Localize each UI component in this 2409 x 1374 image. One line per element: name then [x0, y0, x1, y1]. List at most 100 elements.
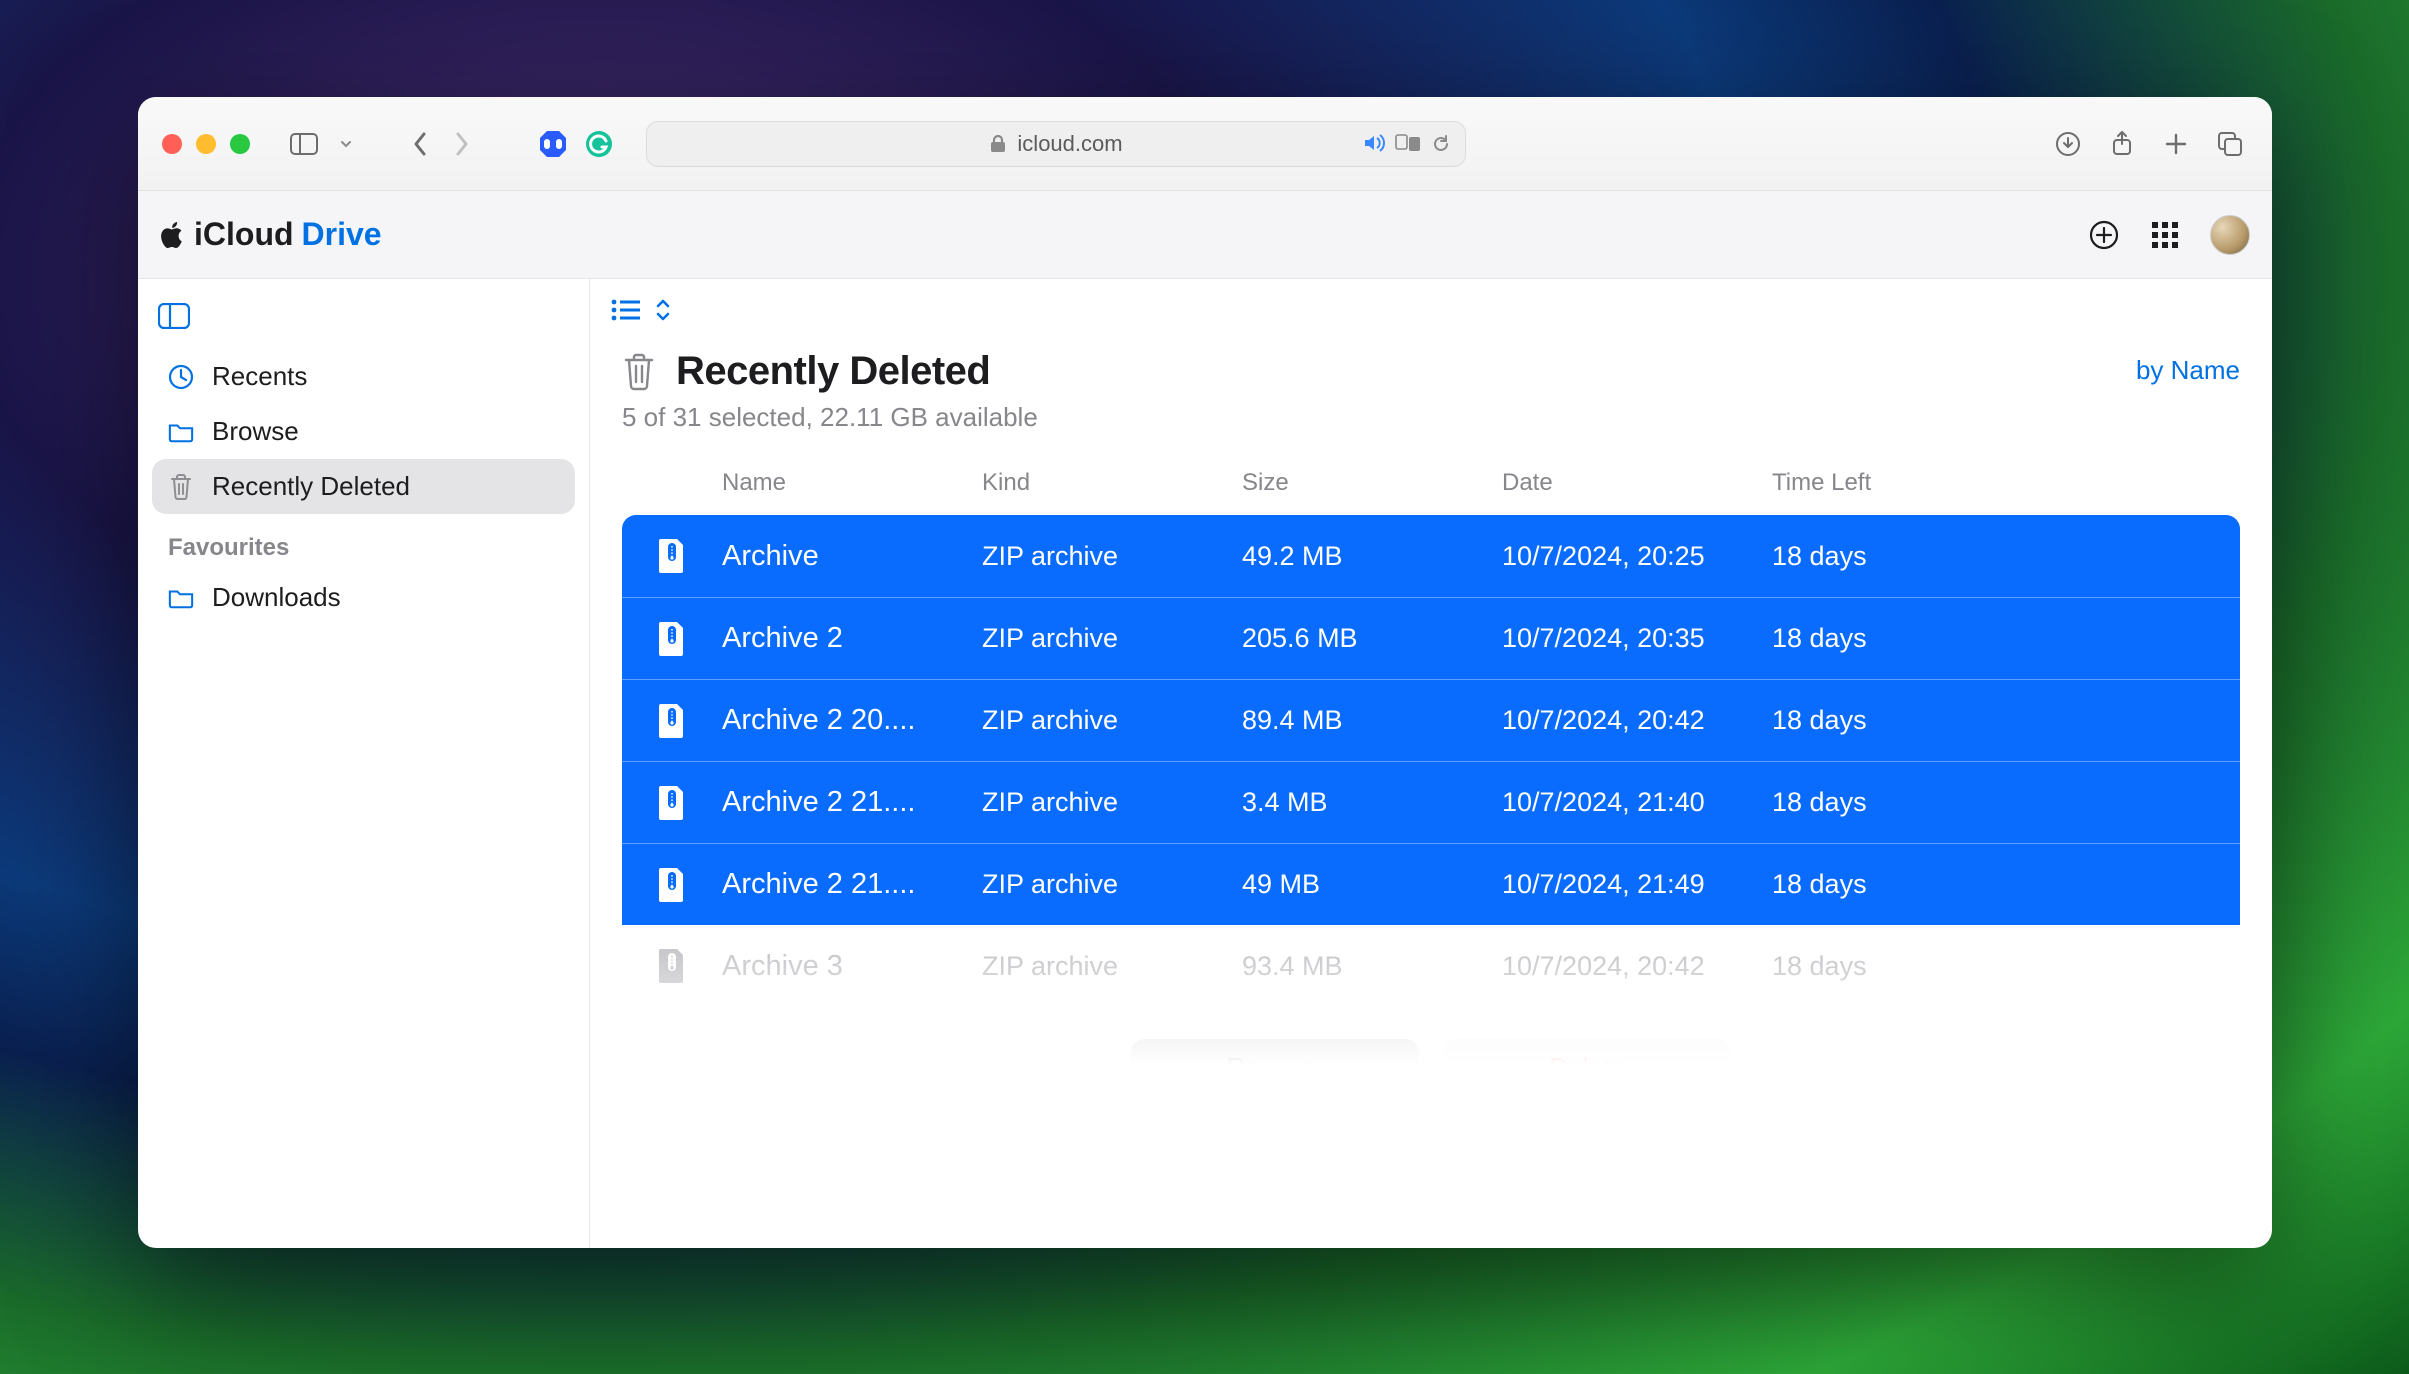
browser-window: icloud.com	[138, 97, 2272, 1248]
file-kind: ZIP archive	[982, 623, 1242, 654]
extension-adblock-icon[interactable]	[538, 129, 568, 159]
brand-prefix: iCloud	[194, 216, 294, 253]
brand-suffix: Drive	[302, 216, 382, 253]
table-row[interactable]: Archive 2 21....ZIP archive3.4 MB10/7/20…	[622, 761, 2240, 843]
folder-icon	[168, 587, 194, 609]
zip-file-icon	[622, 620, 722, 658]
sidebar: Recents Browse Recently Deleted Favourit…	[138, 279, 590, 1248]
back-button[interactable]	[402, 126, 438, 162]
clock-icon	[168, 364, 194, 390]
upload-button[interactable]	[2088, 219, 2120, 251]
zip-file-icon	[622, 702, 722, 740]
extension-grammarly-icon[interactable]	[584, 129, 614, 159]
new-tab-button[interactable]	[2158, 126, 2194, 162]
file-date: 10/7/2024, 20:35	[1502, 623, 1772, 654]
file-size: 93.4 MB	[1242, 951, 1502, 982]
file-name: Archive 3	[722, 950, 982, 983]
app-launcher-icon[interactable]	[2150, 220, 2180, 250]
translate-icon[interactable]	[1395, 134, 1421, 154]
zip-file-icon	[622, 537, 722, 575]
sidebar-item-browse[interactable]: Browse	[152, 404, 575, 459]
recover-button[interactable]: Recover	[1131, 1039, 1419, 1095]
table-header: Name Kind Size Date Time Left	[622, 451, 2240, 515]
sidebar-item-downloads[interactable]: Downloads	[152, 570, 575, 625]
table-row[interactable]: Archive 3ZIP archive93.4 MB10/7/2024, 20…	[622, 925, 2240, 1007]
column-time-left[interactable]: Time Left	[1772, 469, 2220, 497]
audio-indicator-icon[interactable]	[1363, 134, 1385, 154]
app-body: Recents Browse Recently Deleted Favourit…	[138, 279, 2272, 1248]
file-size: 205.6 MB	[1242, 623, 1502, 654]
view-toolbar	[590, 279, 2272, 341]
tabs-overview-button[interactable]	[2212, 126, 2248, 162]
file-table: Name Kind Size Date Time Left ArchiveZIP…	[590, 451, 2272, 1248]
file-size: 49 MB	[1242, 869, 1502, 900]
url-text: icloud.com	[1017, 131, 1122, 157]
folder-icon	[168, 421, 194, 443]
file-name: Archive	[722, 540, 982, 573]
zip-file-icon	[622, 784, 722, 822]
action-footer: Recover Delete	[606, 1007, 2256, 1127]
file-size: 49.2 MB	[1242, 541, 1502, 572]
file-date: 10/7/2024, 20:25	[1502, 541, 1772, 572]
zip-file-icon	[622, 947, 722, 985]
file-name: Archive 2 21....	[722, 868, 982, 901]
forward-button[interactable]	[444, 126, 480, 162]
file-size: 89.4 MB	[1242, 705, 1502, 736]
file-time-left: 18 days	[1772, 623, 2220, 654]
delete-button[interactable]: Delete	[1443, 1039, 1731, 1095]
column-name[interactable]: Name	[722, 469, 982, 497]
column-kind[interactable]: Kind	[982, 469, 1242, 497]
page-title: Recently Deleted	[676, 349, 990, 394]
app-brand[interactable]: iCloud Drive	[160, 216, 382, 253]
apple-logo-icon	[160, 220, 186, 250]
downloads-button[interactable]	[2050, 126, 2086, 162]
lock-icon	[989, 134, 1007, 154]
file-time-left: 18 days	[1772, 869, 2220, 900]
file-kind: ZIP archive	[982, 869, 1242, 900]
table-row[interactable]: ArchiveZIP archive49.2 MB10/7/2024, 20:2…	[622, 515, 2240, 597]
file-name: Archive 2	[722, 622, 982, 655]
list-view-button[interactable]	[610, 298, 640, 322]
table-row[interactable]: Archive 2ZIP archive205.6 MB10/7/2024, 2…	[622, 597, 2240, 679]
sidebar-item-label: Recently Deleted	[212, 471, 410, 502]
file-time-left: 18 days	[1772, 705, 2220, 736]
sidebar-item-recently-deleted[interactable]: Recently Deleted	[152, 459, 575, 514]
page-header: Recently Deleted 5 of 31 selected, 22.11…	[590, 341, 2272, 451]
browser-chrome: icloud.com	[138, 97, 2272, 191]
zoom-window-button[interactable]	[230, 134, 250, 154]
page-subtitle: 5 of 31 selected, 22.11 GB available	[622, 402, 1038, 433]
trash-icon	[622, 352, 656, 392]
column-size[interactable]: Size	[1242, 469, 1502, 497]
minimize-window-button[interactable]	[196, 134, 216, 154]
file-kind: ZIP archive	[982, 541, 1242, 572]
main-content: Recently Deleted 5 of 31 selected, 22.11…	[590, 279, 2272, 1248]
file-time-left: 18 days	[1772, 541, 2220, 572]
file-kind: ZIP archive	[982, 787, 1242, 818]
file-time-left: 18 days	[1772, 787, 2220, 818]
account-avatar[interactable]	[2210, 215, 2250, 255]
tab-group-menu[interactable]	[328, 126, 364, 162]
view-options-button[interactable]	[654, 297, 672, 323]
reload-icon[interactable]	[1431, 134, 1451, 154]
sidebar-toggle-button[interactable]	[286, 126, 322, 162]
file-date: 10/7/2024, 20:42	[1502, 951, 1772, 982]
file-kind: ZIP archive	[982, 705, 1242, 736]
address-bar[interactable]: icloud.com	[646, 121, 1466, 167]
zip-file-icon	[622, 866, 722, 904]
column-date[interactable]: Date	[1502, 469, 1772, 497]
table-row[interactable]: Archive 2 20....ZIP archive89.4 MB10/7/2…	[622, 679, 2240, 761]
share-button[interactable]	[2104, 126, 2140, 162]
sort-button[interactable]: by Name	[2136, 349, 2240, 386]
file-date: 10/7/2024, 21:40	[1502, 787, 1772, 818]
file-name: Archive 2 21....	[722, 786, 982, 819]
sidebar-item-recents[interactable]: Recents	[152, 349, 575, 404]
table-row[interactable]: Archive 2 21....ZIP archive49 MB10/7/202…	[622, 843, 2240, 925]
close-window-button[interactable]	[162, 134, 182, 154]
sidebar-section-favourites: Favourites	[152, 514, 575, 570]
sidebar-collapse-button[interactable]	[158, 303, 575, 329]
file-name: Archive 2 20....	[722, 704, 982, 737]
file-size: 3.4 MB	[1242, 787, 1502, 818]
sidebar-item-label: Recents	[212, 361, 307, 392]
window-controls	[162, 134, 250, 154]
file-time-left: 18 days	[1772, 951, 2220, 982]
